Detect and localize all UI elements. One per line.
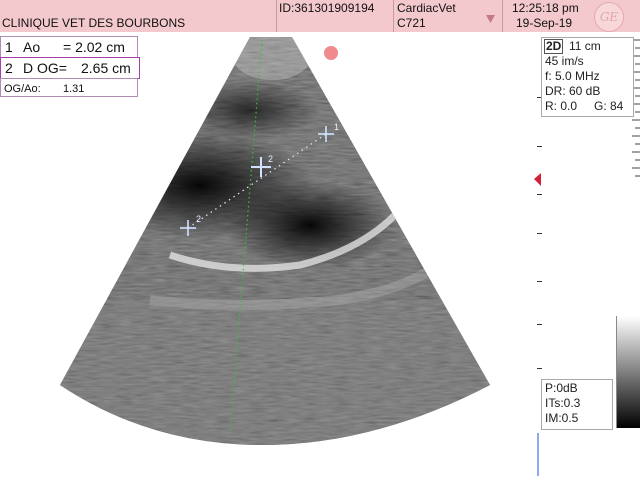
depth-tick (537, 194, 542, 195)
caliper-label: 1 (334, 122, 339, 132)
depth-tick (537, 146, 542, 147)
reject-value: R: 0.0 (545, 99, 578, 113)
mi-value: IM:0.5 (545, 411, 579, 425)
gain-value: G: 84 (594, 99, 624, 113)
depth-tick (537, 233, 542, 234)
depth-tick (537, 281, 542, 282)
acoustic-output-panel: P:0dB ITs:0.3 IM:0.5 (541, 379, 613, 430)
focus-marker-icon[interactable] (534, 173, 541, 186)
orientation-marker-icon (324, 46, 338, 60)
mode-label: 2D (544, 39, 564, 54)
frequency: f: 5.0 MHz (545, 69, 600, 83)
dynamic-range: DR: 60 dB (545, 84, 601, 98)
frame-rate: 45 im/s (545, 54, 584, 68)
depth-value: 11 cm (569, 39, 601, 53)
imaging-parameters-panel: 2D 11 cm 45 im/s f: 5.0 MHz DR: 60 dB R:… (541, 37, 634, 117)
caliper-label: 2 (196, 214, 201, 224)
power-value: P:0dB (545, 381, 578, 395)
its-value: ITs:0.3 (545, 396, 581, 410)
caliper-label: 2 (268, 154, 273, 164)
depth-tick (537, 324, 542, 325)
grayscale-bar (616, 316, 640, 428)
depth-tick (537, 368, 542, 369)
